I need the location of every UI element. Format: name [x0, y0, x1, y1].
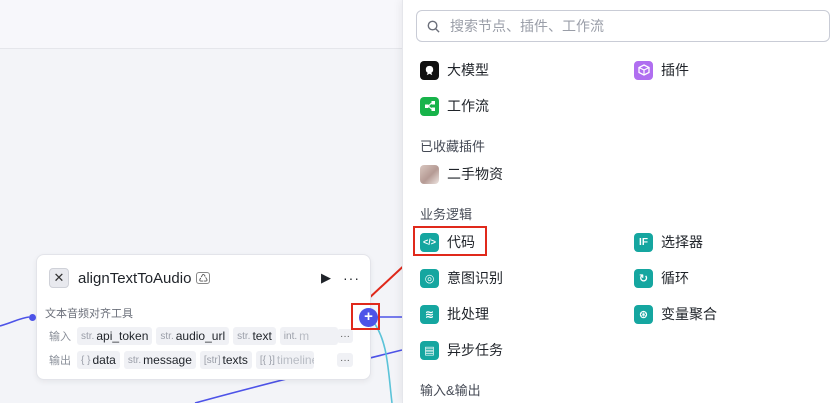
item-aggregate[interactable]: ⊛ 变量聚合 — [634, 303, 717, 325]
inputs-label: 输入 — [49, 331, 71, 343]
canvas-top-band — [0, 0, 410, 49]
search-icon — [427, 20, 440, 33]
item-label: 意图识别 — [447, 270, 503, 286]
run-button[interactable]: ▶ — [321, 270, 331, 286]
item-loop[interactable]: ↻ 循环 — [634, 267, 689, 289]
plugin-badge-icon: ♺ — [196, 272, 211, 285]
intent-icon: ◎ — [420, 268, 439, 288]
input-chip: str. text — [233, 327, 276, 345]
item-llm[interactable]: 大模型 — [420, 59, 489, 81]
input-chip: str. audio_url — [156, 327, 230, 345]
workflow-icon — [420, 96, 439, 116]
node-header: ✕ alignTextToAudio ♺ ▶ ··· — [49, 267, 360, 289]
outputs-label: 输出 — [49, 355, 71, 367]
node-more-button[interactable]: ··· — [343, 270, 360, 286]
plugin-icon — [634, 60, 653, 80]
item-intent[interactable]: ◎ 意图识别 — [420, 267, 503, 289]
inputs-more-button[interactable]: ··· — [337, 329, 353, 343]
favorites-section-title: 已收藏插件 — [420, 139, 486, 154]
item-label: 选择器 — [661, 234, 703, 250]
tool-node[interactable]: ✕ alignTextToAudio ♺ ▶ ··· 文本音频对齐工具 输入 s… — [36, 254, 371, 380]
batch-icon: ≋ — [420, 304, 439, 324]
highlight-box — [413, 226, 487, 256]
add-node-button[interactable]: + — [359, 308, 378, 327]
logic-section-title: 业务逻辑 — [420, 207, 473, 222]
input-chip: str. api_token — [77, 327, 153, 345]
io-section-title: 输入&输出 — [420, 383, 481, 398]
item-label: 工作流 — [447, 98, 489, 114]
item-label: 批处理 — [447, 306, 489, 322]
search-box[interactable] — [416, 10, 830, 42]
item-async[interactable]: ▤ 异步任务 — [420, 339, 503, 361]
item-label: 变量聚合 — [661, 306, 717, 322]
loop-icon: ↻ — [634, 268, 653, 288]
input-chip: int. m — [279, 327, 338, 345]
node-picker-panel: 大模型 插件 工作流 已收藏插件 二手物资 业务逻辑 </> 代码 IF 选择器… — [402, 0, 839, 403]
output-chip: str. message — [123, 351, 196, 369]
async-icon: ▤ — [420, 340, 439, 360]
inputs-row: 输入 str. api_token str. audio_url str. text … — [49, 327, 342, 345]
item-label: 异步任务 — [447, 342, 503, 358]
item-favorite-plugin[interactable]: 二手物资 — [420, 163, 503, 185]
item-selector[interactable]: IF 选择器 — [634, 231, 703, 253]
item-workflow[interactable]: 工作流 — [420, 95, 489, 117]
input-port[interactable] — [29, 314, 36, 321]
output-chip: [str] texts — [199, 351, 252, 369]
item-plugin[interactable]: 插件 — [634, 59, 689, 81]
llm-icon — [420, 60, 439, 80]
item-label: 二手物资 — [447, 166, 503, 182]
output-chip: { } data — [77, 351, 120, 369]
output-chip: [{ }]timeline — [255, 351, 314, 369]
search-input[interactable] — [448, 17, 812, 35]
if-icon: IF — [634, 232, 653, 252]
node-title: alignTextToAudio — [78, 269, 192, 287]
item-label: 大模型 — [447, 62, 489, 78]
outputs-more-button[interactable]: ··· — [337, 353, 353, 367]
avatar-icon — [420, 164, 439, 184]
outputs-row: 输出 { } data str. message [str] texts [{ }] t… — [49, 351, 318, 369]
tool-icon: ✕ — [49, 268, 69, 288]
item-label: 循环 — [661, 270, 689, 286]
aggregate-icon: ⊛ — [634, 304, 653, 324]
item-label: 插件 — [661, 62, 689, 78]
node-description: 文本音频对齐工具 — [45, 308, 133, 320]
item-batch[interactable]: ≋ 批处理 — [420, 303, 489, 325]
